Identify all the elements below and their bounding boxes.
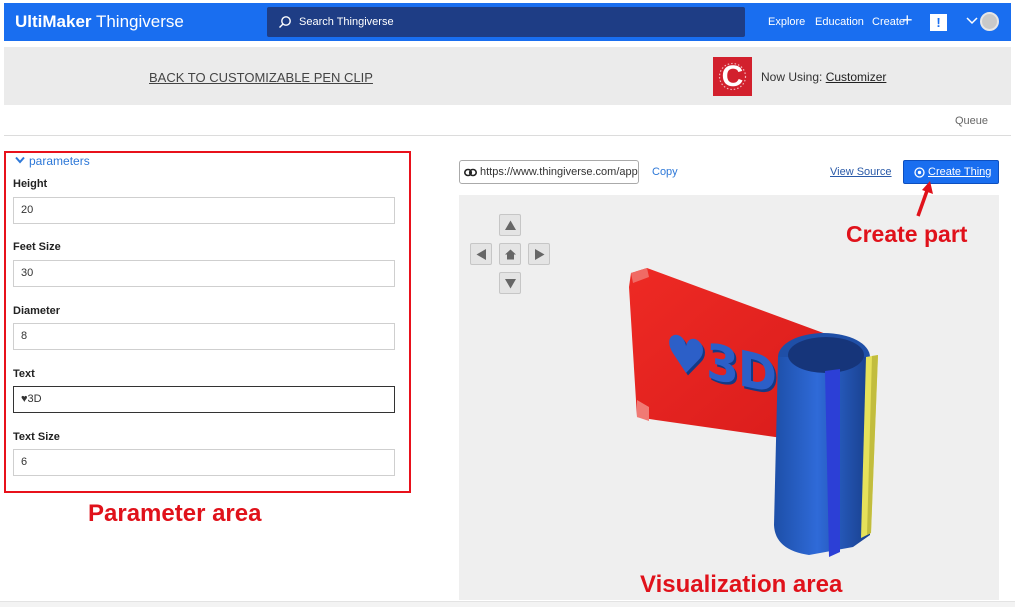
chevron-down-icon[interactable] xyxy=(965,14,979,28)
parameters-panel: parameters Height 20 Feet Size 30 Diamet… xyxy=(4,151,411,493)
brand-bold: UltiMaker xyxy=(15,12,92,31)
customizer-logo-letter: C xyxy=(721,60,744,93)
visualization-viewport[interactable]: ♥3D xyxy=(459,195,999,600)
avatar[interactable] xyxy=(980,12,999,31)
parameters-toggle[interactable]: parameters xyxy=(15,154,90,168)
tube-body xyxy=(774,357,870,555)
diameter-input[interactable]: 8 xyxy=(13,323,395,350)
customizer-header: BACK TO CUSTOMIZABLE PEN CLIP C Now Usin… xyxy=(4,47,1011,105)
text-size-label: Text Size xyxy=(13,431,60,443)
create-thing-label: Create Thing xyxy=(928,166,992,178)
queue-bar: Queue xyxy=(4,110,1011,136)
now-using-prefix: Now Using: xyxy=(761,70,823,84)
chevron-down-icon xyxy=(15,156,25,164)
search-icon xyxy=(279,16,291,28)
text-input[interactable]: ♥3D xyxy=(13,386,395,413)
search-input[interactable]: Search Thingiverse xyxy=(267,7,745,37)
pen-clip-model xyxy=(629,268,878,557)
feet-size-label: Feet Size xyxy=(13,241,61,253)
brand-logo[interactable]: UltiMaker Thingiverse xyxy=(15,12,184,32)
create-part-annotation: Create part xyxy=(846,221,968,247)
share-url-field[interactable]: https://www.thingiverse.com/app xyxy=(459,160,639,184)
link-icon xyxy=(464,168,477,177)
share-url-text: https://www.thingiverse.com/app xyxy=(480,166,638,178)
text-label: Text xyxy=(13,368,35,380)
feet-size-input[interactable]: 30 xyxy=(13,260,395,287)
text-size-input[interactable]: 6 xyxy=(13,449,395,476)
brand-light: Thingiverse xyxy=(95,12,184,31)
back-to-thing-link[interactable]: BACK TO CUSTOMIZABLE PEN CLIP xyxy=(149,70,373,85)
create-thing-icon xyxy=(914,167,925,178)
now-using: Now Using: Customizer xyxy=(761,70,886,84)
top-navbar: UltiMaker Thingiverse Search Thingiverse… xyxy=(4,3,1011,41)
customizer-logo: C xyxy=(713,57,752,96)
diameter-label: Diameter xyxy=(13,305,61,317)
view-source-link[interactable]: View Source xyxy=(830,166,892,178)
parameters-section-label: parameters xyxy=(29,154,90,168)
customizer-app-link[interactable]: Customizer xyxy=(826,70,887,84)
create-part-arrow-icon xyxy=(916,181,933,217)
parameter-area-annotation: Parameter area xyxy=(88,500,262,527)
height-label: Height xyxy=(13,178,48,190)
nav-education[interactable]: Education xyxy=(815,16,864,28)
visualization-area-annotation: Visualization area xyxy=(640,571,843,598)
queue-link[interactable]: Queue xyxy=(955,115,988,127)
copy-link[interactable]: Copy xyxy=(652,166,678,178)
notification-icon[interactable]: ! xyxy=(930,14,947,31)
tube-top-inner xyxy=(788,337,864,373)
nav-create[interactable]: Create xyxy=(872,16,905,28)
nav-explore[interactable]: Explore xyxy=(768,16,805,28)
page-bottom-edge xyxy=(0,601,1015,607)
search-placeholder: Search Thingiverse xyxy=(299,16,394,28)
create-plus-icon[interactable]: + xyxy=(902,11,913,29)
height-input[interactable]: 20 xyxy=(13,197,395,224)
